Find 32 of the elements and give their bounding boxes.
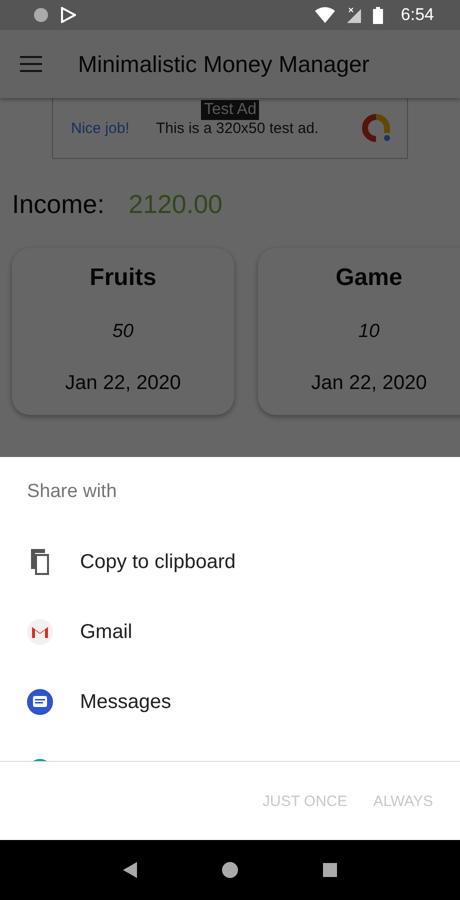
circle-icon [34, 8, 48, 22]
card-title: Fruits [90, 264, 156, 292]
income-card[interactable]: Fruits 50 Jan 22, 2020 [12, 248, 234, 415]
menu-icon[interactable] [20, 56, 42, 72]
app-title: Minimalistic Money Manager [78, 50, 370, 78]
card-title: Game [336, 264, 402, 292]
recents-icon[interactable] [323, 863, 338, 877]
income-card[interactable]: Game 10 Jan 22, 2020 [258, 248, 460, 415]
battery-icon [372, 6, 383, 24]
share-option[interactable]: Copy to clipboard [0, 527, 460, 597]
card-date: Jan 22, 2020 [311, 372, 427, 395]
card-amount: 50 [112, 321, 134, 343]
ad-text: This is a 320x50 test ad. [156, 120, 320, 136]
share-option[interactable]: Messages [0, 667, 460, 737]
clock-time: 6:54 [400, 5, 434, 25]
income-label: Income: [12, 189, 104, 220]
ad-headline: Nice job! [71, 120, 130, 136]
home-icon[interactable] [222, 862, 238, 878]
signal-icon [346, 7, 361, 23]
income-amount: 2120.00 [128, 189, 222, 220]
wifi-icon [314, 7, 335, 23]
ad-badge: Test Ad [201, 100, 260, 120]
card-date: Jan 22, 2020 [65, 372, 181, 395]
card-amount: 10 [358, 321, 380, 343]
back-icon[interactable] [122, 862, 137, 878]
chat-bubble-icon [26, 688, 54, 716]
copy-icon [28, 548, 52, 576]
envelope-icon [26, 618, 54, 646]
ad-logo-icon [361, 113, 391, 143]
sheet-title: Share with [27, 481, 118, 503]
play-store-icon [60, 7, 76, 23]
share-option[interactable]: Gmail [0, 597, 460, 667]
